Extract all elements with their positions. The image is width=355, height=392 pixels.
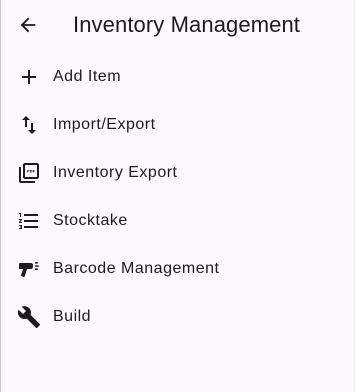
menu-item-import-export[interactable]: Import/Export (0, 101, 355, 149)
menu-item-label: Import/Export (53, 116, 156, 133)
arrow-back-icon (17, 14, 39, 36)
app-bar: Inventory Management (0, 0, 355, 50)
menu-item-label: Barcode Management (53, 260, 220, 277)
menu-item-label: Build (53, 308, 92, 325)
format-list-numbered-icon (17, 209, 41, 233)
page-title: Inventory Management (73, 12, 301, 37)
menu-item-build[interactable]: Build (0, 293, 355, 341)
add-icon (17, 65, 41, 89)
build-icon (17, 305, 41, 329)
svg-text:PDF: PDF (27, 169, 36, 173)
menu-item-inventory-export[interactable]: PDF Inventory Export (0, 149, 355, 197)
menu-item-label: Add Item (53, 68, 122, 85)
barcode-scanner-icon (17, 257, 41, 281)
menu-item-barcode-management[interactable]: Barcode Management (0, 245, 355, 293)
picture-as-pdf-icon: PDF (17, 161, 41, 185)
menu-item-label: Inventory Export (53, 164, 178, 181)
menu-item-add-item[interactable]: Add Item (0, 53, 355, 101)
menu-item-label: Stocktake (53, 212, 128, 229)
back-button[interactable] (14, 11, 42, 39)
menu-list: Add Item Import/Export PDF Inventory Exp… (0, 53, 355, 341)
menu-item-stocktake[interactable]: Stocktake (0, 197, 355, 245)
import-export-icon (17, 113, 41, 137)
